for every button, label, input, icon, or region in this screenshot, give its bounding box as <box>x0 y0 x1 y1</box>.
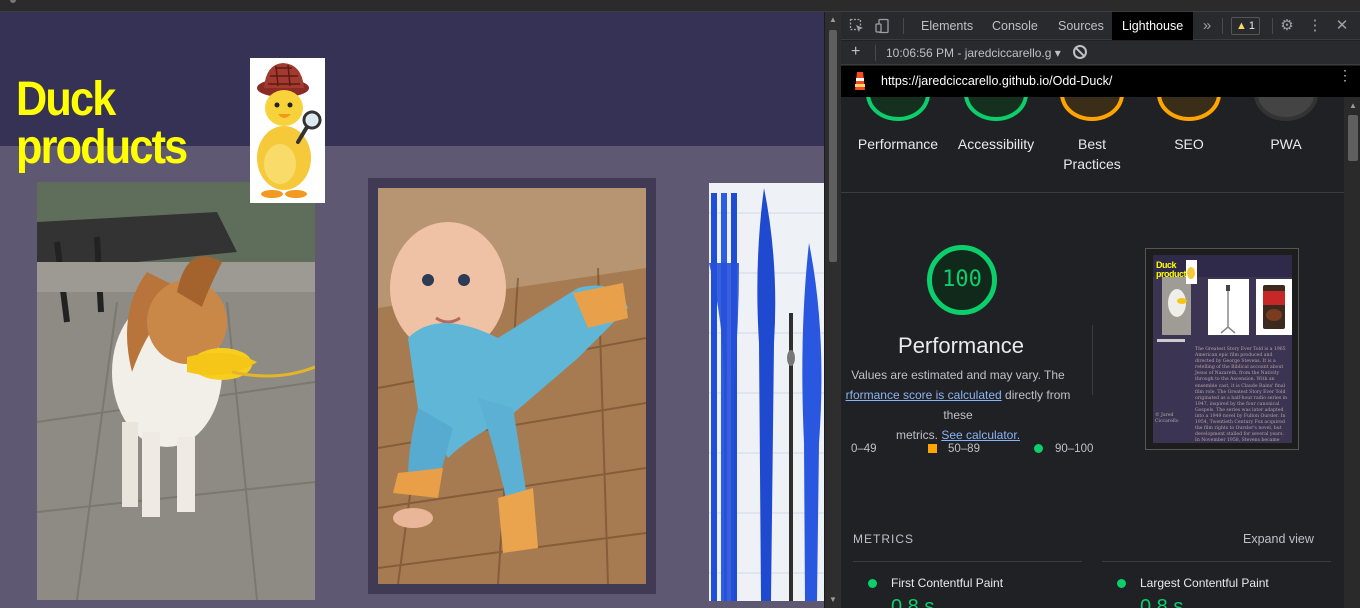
product-image-dog-duckbill[interactable] <box>37 182 315 600</box>
legend-fail-label: 0–49 <box>851 443 877 455</box>
top-strip <box>0 0 1360 12</box>
tab-sources[interactable]: Sources <box>1048 12 1114 40</box>
report-scrollbar-thumb[interactable] <box>1348 115 1358 161</box>
accessibility-gauge[interactable] <box>964 97 1028 121</box>
metrics-heading: METRICS <box>853 532 914 546</box>
page-scrollbar[interactable]: ▲ ▼ <box>824 12 841 608</box>
clear-reports-icon[interactable] <box>1073 45 1087 59</box>
lighthouse-report: Performance Accessibility Best Practices… <box>841 97 1344 608</box>
metric-divider <box>1102 561 1331 562</box>
legend-average-square-icon <box>928 444 937 453</box>
category-label-best-practices[interactable]: Best Practices <box>1061 134 1123 174</box>
warning-count: 1 <box>1248 20 1256 32</box>
thumbnail-content: Duck products The Greatest Story Ever To… <box>1153 255 1292 443</box>
new-report-plus-icon[interactable]: + <box>851 43 860 61</box>
tab-lighthouse[interactable]: Lighthouse <box>1112 12 1194 40</box>
tab-elements[interactable]: Elements <box>911 12 983 40</box>
metric-divider <box>853 561 1082 562</box>
category-label-performance[interactable]: Performance <box>848 134 948 154</box>
report-selector[interactable]: 10:06:56 PM - jaredciccarello.g ▾ <box>886 46 1061 60</box>
legend-pass-label: 90–100 <box>1055 443 1094 455</box>
more-options-kebab-icon[interactable]: ⋮ <box>1307 18 1323 34</box>
toolbar-divider <box>875 45 876 61</box>
category-gauges: Performance Accessibility Best Practices… <box>841 97 1344 193</box>
devtools-panel: Elements Console Sources Lighthouse » ▲ 1… <box>841 12 1360 608</box>
warning-icon: ▲ <box>1236 20 1247 32</box>
fcp-pass-icon <box>868 579 877 588</box>
screen: Duck products ▲ ▼ Elements Console Sourc… <box>0 0 1360 608</box>
performance-gauge[interactable] <box>866 97 930 121</box>
settings-gear-icon[interactable]: ⚙ <box>1279 18 1295 34</box>
toolbar-divider <box>1222 18 1223 34</box>
score-calculated-link[interactable]: rformance score is calculated <box>846 388 1002 402</box>
lcp-pass-icon <box>1117 579 1126 588</box>
thumbnail-footer: © Jared Ciccarello <box>1155 413 1179 425</box>
site-title-line1: Duck <box>16 73 116 126</box>
metric-name-fcp: First Contentful Paint <box>891 576 1004 590</box>
page-viewport: Duck products <box>0 12 824 608</box>
report-url-bar: https://jaredciccarello.github.io/Odd-Du… <box>841 66 1360 97</box>
legend-average: 50–89 <box>928 443 980 455</box>
scroll-up-arrow-icon[interactable]: ▲ <box>1349 101 1357 110</box>
product-card-frame <box>368 178 656 594</box>
warnings-badge[interactable]: ▲ 1 <box>1231 17 1261 35</box>
close-devtools-icon[interactable]: ✕ <box>1334 18 1350 34</box>
category-label-accessibility[interactable]: Accessibility <box>946 134 1046 154</box>
performance-score: 100 <box>942 267 982 292</box>
product-image-baby-mop-onesie[interactable] <box>378 188 646 584</box>
divider <box>1092 325 1093 395</box>
duck-logo-image <box>250 58 325 203</box>
report-url: https://jaredciccarello.github.io/Odd-Du… <box>881 74 1113 88</box>
best-practices-gauge[interactable] <box>1060 97 1124 121</box>
metric-name-lcp: Largest Contentful Paint <box>1140 576 1269 590</box>
lighthouse-logo-icon <box>855 72 865 90</box>
thumbnail-paragraph: The Greatest Story Ever Told is a 1965 A… <box>1195 347 1288 443</box>
tab-icon <box>10 0 16 3</box>
metric-value-lcp: 0.8 s <box>1140 596 1184 608</box>
lighthouse-toolbar: + 10:06:56 PM - jaredciccarello.g ▾ <box>841 41 1360 65</box>
page-screenshot-thumbnail[interactable]: Duck products The Greatest Story Ever To… <box>1145 248 1299 450</box>
expand-view-toggle[interactable]: Expand view <box>1243 532 1314 546</box>
thumbnail-images <box>1162 260 1292 335</box>
page-scrollbar-thumb[interactable] <box>829 30 837 262</box>
legend-pass-circle-icon <box>1034 444 1043 453</box>
scroll-up-arrow-icon[interactable]: ▲ <box>829 16 837 24</box>
device-toolbar-icon[interactable] <box>875 18 891 34</box>
see-calculator-link[interactable]: See calculator. <box>941 428 1020 442</box>
thumbnail-button <box>1157 339 1185 342</box>
report-menu-kebab-icon[interactable]: ⋮ <box>1338 68 1352 82</box>
devtools-tabbar: Elements Console Sources Lighthouse » ▲ 1… <box>841 12 1360 40</box>
more-tabs-chevron-icon[interactable]: » <box>1199 18 1215 34</box>
category-label-seo[interactable]: SEO <box>1139 134 1239 154</box>
scroll-down-arrow-icon[interactable]: ▼ <box>829 596 837 604</box>
desc-text-3: metrics. <box>895 428 942 442</box>
product-image-blue-cutlery[interactable] <box>709 183 824 601</box>
performance-description: Values are estimated and may vary. The r… <box>841 365 1083 445</box>
seo-gauge[interactable] <box>1157 97 1221 121</box>
inspect-element-icon[interactable] <box>849 18 865 34</box>
legend-average-label: 50–89 <box>948 443 980 455</box>
legend-fail: 0–49 <box>851 443 877 455</box>
toolbar-divider <box>903 18 904 34</box>
category-label-pwa[interactable]: PWA <box>1236 134 1336 154</box>
site-title: Duck products <box>16 76 214 172</box>
desc-text-1: Values are estimated and may vary. The <box>851 368 1065 382</box>
legend-pass: 90–100 <box>1034 443 1093 455</box>
tab-console[interactable]: Console <box>982 12 1048 40</box>
performance-heading: Performance <box>898 333 1024 358</box>
site-title-line2: products <box>16 121 188 174</box>
dropdown-caret-icon: ▾ <box>1054 46 1061 60</box>
pwa-gauge[interactable] <box>1254 97 1318 121</box>
toolbar-divider <box>1272 18 1273 34</box>
report-time-label: 10:06:56 PM - jaredciccarello.g <box>886 46 1052 60</box>
metric-value-fcp: 0.8 s <box>891 596 935 608</box>
report-scrollbar[interactable]: ▲ <box>1344 97 1360 608</box>
